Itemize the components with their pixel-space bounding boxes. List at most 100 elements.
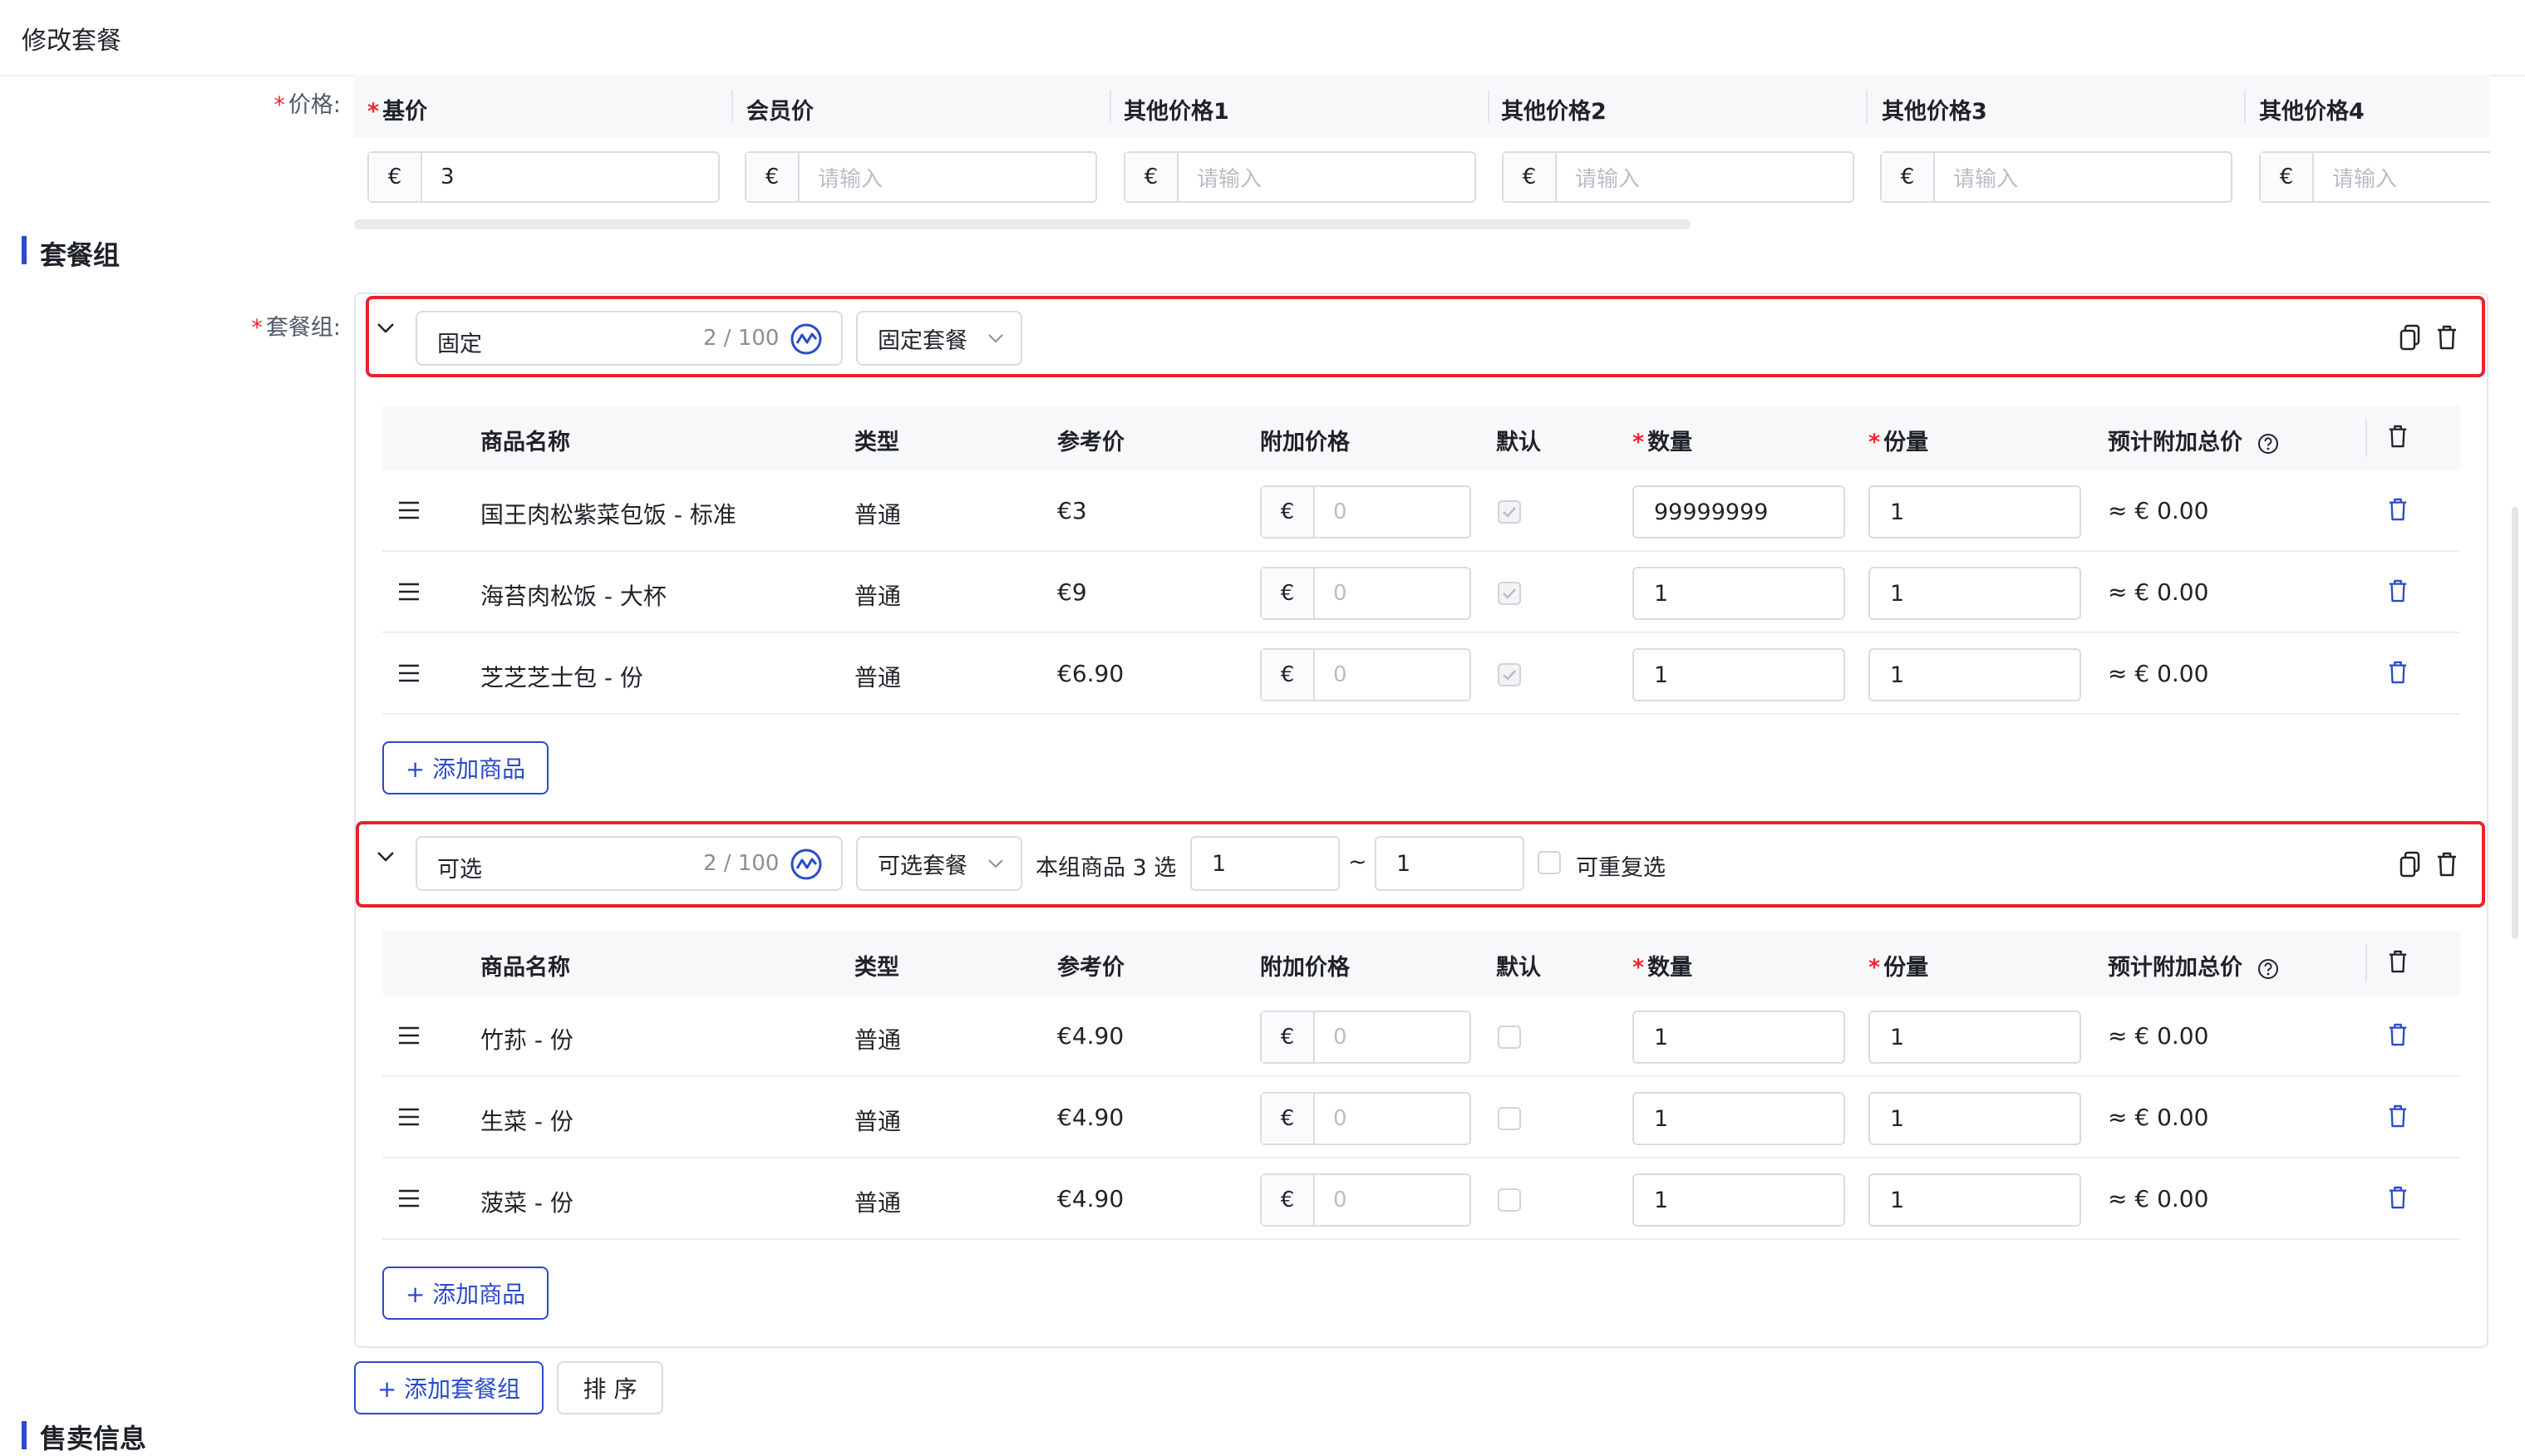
section-title-combo: 套餐组 bbox=[40, 239, 121, 271]
drag-handle-icon[interactable] bbox=[397, 1188, 421, 1212]
group-name-input[interactable]: 固定 2 / 100 bbox=[416, 311, 843, 366]
vertical-scrollbar[interactable] bbox=[2512, 507, 2518, 939]
max-select-input[interactable]: 1 bbox=[1375, 836, 1524, 891]
table-row: 生菜 - 份 普通 €4.90 €0 1 1 ≈ € 0.00 bbox=[382, 1077, 2460, 1158]
group-type-select[interactable]: 固定套餐 bbox=[856, 311, 1022, 366]
chevron-down-icon bbox=[988, 859, 1003, 868]
range-tilde: ~ bbox=[1348, 849, 1367, 875]
drag-handle-icon[interactable] bbox=[397, 663, 421, 686]
price-label: * 价格: bbox=[273, 92, 341, 118]
quantity-input[interactable]: 1 bbox=[1632, 1011, 1845, 1064]
default-checkbox[interactable] bbox=[1498, 663, 1521, 686]
row-delete-icon[interactable] bbox=[2387, 660, 2409, 688]
other-price-3-input[interactable]: € 请输入 bbox=[1880, 151, 2232, 203]
price-col-header: 其他价格3 bbox=[1882, 99, 1987, 125]
default-checkbox[interactable] bbox=[1498, 1026, 1521, 1049]
sort-button[interactable]: 排 序 bbox=[557, 1361, 663, 1414]
row-delete-icon[interactable] bbox=[2387, 1022, 2409, 1050]
drag-handle-icon[interactable] bbox=[397, 1107, 421, 1130]
other-price-4-input[interactable]: € 请输入 bbox=[2259, 151, 2490, 203]
portion-input[interactable]: 1 bbox=[1868, 567, 2081, 620]
euro-icon: € bbox=[2261, 153, 2314, 201]
min-select-input[interactable]: 1 bbox=[1190, 836, 1340, 891]
drag-handle-icon[interactable] bbox=[397, 582, 421, 605]
help-icon bbox=[2258, 433, 2279, 454]
drag-handle-icon[interactable] bbox=[397, 1026, 421, 1049]
addon-price-input[interactable]: €0 bbox=[1260, 1011, 1471, 1064]
chevron-down-icon[interactable] bbox=[376, 317, 396, 342]
euro-icon: € bbox=[369, 153, 422, 201]
horizontal-scrollbar[interactable] bbox=[354, 219, 1691, 229]
delete-icon[interactable] bbox=[2435, 851, 2459, 881]
copy-icon[interactable] bbox=[2399, 324, 2422, 354]
portion-input[interactable]: 1 bbox=[1868, 485, 2081, 539]
other-price-1-input[interactable]: € 请输入 bbox=[1124, 151, 1476, 203]
drag-handle-icon[interactable] bbox=[397, 500, 421, 524]
table-row: 竹荪 - 份 普通 €4.90 €0 1 1 ≈ € 0.00 bbox=[382, 996, 2460, 1077]
add-product-button[interactable]: + 添加商品 bbox=[382, 741, 549, 794]
delete-all-icon[interactable] bbox=[2387, 949, 2409, 977]
price-col-header: 其他价格1 bbox=[1124, 99, 1229, 125]
repeat-checkbox[interactable] bbox=[1538, 851, 1561, 874]
chevron-down-icon bbox=[988, 334, 1003, 343]
addon-price-input[interactable]: €0 bbox=[1260, 1092, 1471, 1145]
portion-input[interactable]: 1 bbox=[1868, 648, 2081, 701]
row-delete-icon[interactable] bbox=[2387, 578, 2409, 607]
table-header: 商品名称 类型 参考价 附加价格 默认 * 数量 * 份量 预计附加总价 bbox=[382, 931, 2460, 996]
euro-icon: € bbox=[746, 153, 800, 201]
table-row: 芝芝芝士包 - 份 普通 €6.90 €0 1 1 ≈ € 0.00 bbox=[382, 633, 2460, 715]
table-row: 国王肉松紫菜包饭 - 标准 普通 €3 €0 99999999 1 ≈ € 0.… bbox=[382, 470, 2460, 552]
default-checkbox[interactable] bbox=[1498, 500, 1521, 524]
price-col-header: 其他价格2 bbox=[1501, 99, 1607, 125]
translate-icon[interactable] bbox=[790, 322, 823, 359]
chevron-down-icon[interactable] bbox=[376, 846, 396, 871]
page-title: 修改套餐 bbox=[22, 27, 121, 56]
section-accent-bar bbox=[22, 1421, 27, 1449]
quantity-input[interactable]: 1 bbox=[1632, 567, 1845, 620]
help-icon bbox=[2258, 958, 2279, 979]
price-table-header: * 基价 会员价 其他价格1 其他价格2 其他价格3 其他价格4 bbox=[354, 75, 2490, 138]
quantity-input[interactable]: 1 bbox=[1632, 648, 1845, 701]
quantity-input[interactable]: 1 bbox=[1632, 1092, 1845, 1145]
other-price-2-input[interactable]: € 请输入 bbox=[1502, 151, 1854, 203]
default-checkbox[interactable] bbox=[1498, 582, 1521, 605]
section-title-sale: 售卖信息 bbox=[40, 1423, 147, 1454]
char-counter: 2 / 100 bbox=[703, 326, 780, 351]
addon-price-input[interactable]: €0 bbox=[1260, 567, 1471, 620]
group-name-input[interactable]: 可选 2 / 100 bbox=[416, 836, 843, 891]
copy-icon[interactable] bbox=[2399, 851, 2422, 881]
table-row: 菠菜 - 份 普通 €4.90 €0 1 1 ≈ € 0.00 bbox=[382, 1158, 2460, 1240]
delete-icon[interactable] bbox=[2435, 324, 2459, 354]
addon-price-input[interactable]: €0 bbox=[1260, 648, 1471, 701]
choose-text: 本组商品 3 选 bbox=[1036, 855, 1177, 881]
translate-icon[interactable] bbox=[790, 848, 823, 884]
euro-icon: € bbox=[1504, 153, 1557, 201]
combo-group-label: * 套餐组: bbox=[251, 315, 341, 341]
delete-all-icon[interactable] bbox=[2387, 424, 2409, 452]
row-delete-icon[interactable] bbox=[2387, 1185, 2409, 1213]
default-checkbox[interactable] bbox=[1498, 1107, 1521, 1130]
portion-input[interactable]: 1 bbox=[1868, 1011, 2081, 1064]
quantity-input[interactable]: 99999999 bbox=[1632, 485, 1845, 539]
default-checkbox[interactable] bbox=[1498, 1188, 1521, 1212]
add-product-button[interactable]: + 添加商品 bbox=[382, 1267, 549, 1320]
member-price-input[interactable]: € 请输入 bbox=[745, 151, 1097, 203]
quantity-input[interactable]: 1 bbox=[1632, 1173, 1845, 1227]
add-combo-group-button[interactable]: + 添加套餐组 bbox=[354, 1361, 544, 1414]
price-col-header: 会员价 bbox=[746, 99, 814, 125]
char-counter: 2 / 100 bbox=[703, 851, 780, 876]
price-col-header: * 基价 bbox=[367, 99, 428, 125]
portion-input[interactable]: 1 bbox=[1868, 1092, 2081, 1145]
euro-icon: € bbox=[1882, 153, 1935, 201]
row-delete-icon[interactable] bbox=[2387, 1104, 2409, 1132]
addon-price-input[interactable]: €0 bbox=[1260, 1173, 1471, 1227]
group-type-select[interactable]: 可选套餐 bbox=[856, 836, 1022, 891]
portion-input[interactable]: 1 bbox=[1868, 1173, 2081, 1227]
addon-price-input[interactable]: €0 bbox=[1260, 485, 1471, 539]
row-delete-icon[interactable] bbox=[2387, 497, 2409, 525]
base-price-input[interactable]: € 3 bbox=[367, 151, 720, 203]
table-header: 商品名称 类型 参考价 附加价格 默认 * 数量 * 份量 预计附加总价 bbox=[382, 406, 2460, 470]
table-row: 海苔肉松饭 - 大杯 普通 €9 €0 1 1 ≈ € 0.00 bbox=[382, 552, 2460, 633]
section-accent-bar bbox=[22, 236, 27, 264]
euro-icon: € bbox=[1125, 153, 1179, 201]
